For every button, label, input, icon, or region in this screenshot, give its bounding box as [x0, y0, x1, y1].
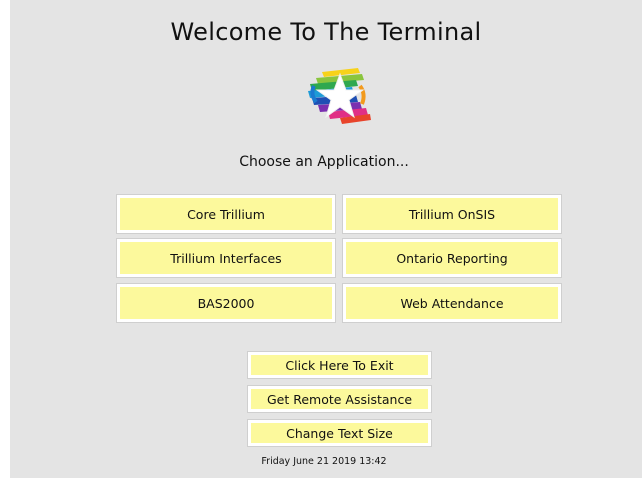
exit-button[interactable]: Click Here To Exit: [248, 352, 431, 378]
remote-assistance-button[interactable]: Get Remote Assistance: [248, 386, 431, 412]
terminal-screen: Welcome To The Terminal Choose an Applic…: [10, 0, 642, 478]
trillium-interfaces-button[interactable]: Trillium Interfaces: [117, 239, 335, 277]
trillium-onsis-button[interactable]: Trillium OnSIS: [343, 195, 561, 233]
ontario-reporting-button[interactable]: Ontario Reporting: [343, 239, 561, 277]
change-text-size-button[interactable]: Change Text Size: [248, 420, 431, 446]
bas2000-button[interactable]: BAS2000: [117, 284, 335, 322]
web-attendance-button[interactable]: Web Attendance: [343, 284, 561, 322]
datetime-status: Friday June 21 2019 13:42: [261, 456, 387, 467]
core-trillium-button[interactable]: Core Trillium: [117, 195, 335, 233]
rainbow-star-logo-icon: [300, 64, 378, 128]
page-title: Welcome To The Terminal: [170, 18, 482, 46]
choose-application-prompt: Choose an Application...: [239, 154, 409, 170]
